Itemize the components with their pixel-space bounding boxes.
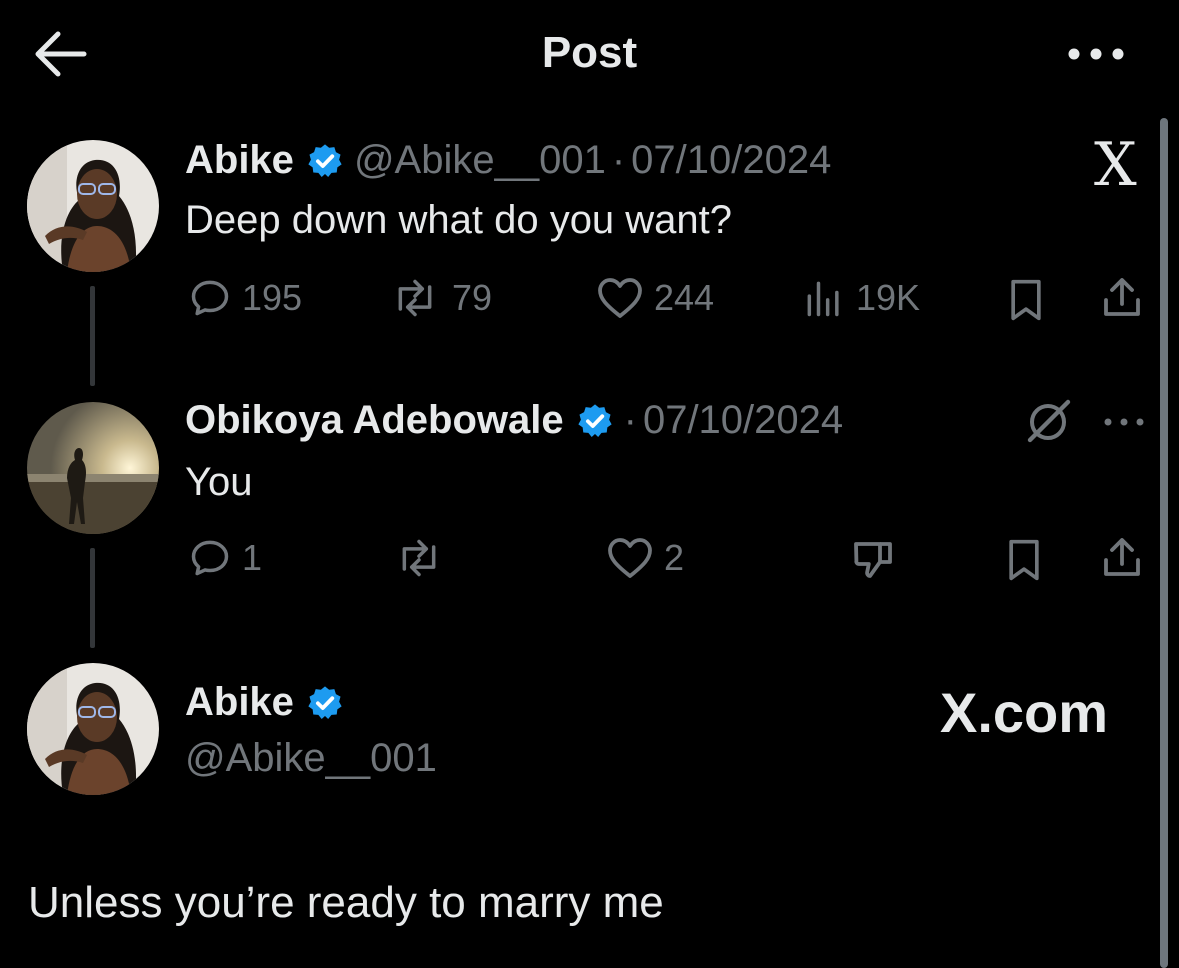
bookmark-button[interactable] <box>1004 276 1048 324</box>
view-count: 19K <box>856 277 921 318</box>
reply-date[interactable]: 07/10/2024 <box>643 398 843 443</box>
verified-badge-icon <box>578 403 612 437</box>
avatar-photo <box>27 140 159 272</box>
post-header: Abike @Abike__001 · 07/10/2024 <box>185 138 831 183</box>
author-handle[interactable]: @Abike__001 <box>185 736 437 781</box>
repost-count: 79 <box>452 277 493 318</box>
repost-button[interactable]: 79 <box>388 276 492 320</box>
bookmark-button[interactable] <box>1002 536 1046 584</box>
heart-icon <box>598 278 642 318</box>
reply-button[interactable]: 195 <box>188 276 302 320</box>
reply-text: You <box>185 460 253 504</box>
share-button[interactable] <box>1098 274 1146 322</box>
grok-button[interactable] <box>1024 398 1074 444</box>
repost-icon <box>398 279 432 317</box>
page-title: Post <box>541 28 638 77</box>
reply-count: 195 <box>242 277 303 318</box>
meta-separator: · <box>623 398 637 442</box>
bookmark-icon <box>1011 279 1041 321</box>
avatar[interactable] <box>27 402 159 534</box>
thumbs-down-icon <box>854 542 892 578</box>
grok-icon <box>1027 399 1071 443</box>
share-icon <box>1104 538 1140 576</box>
repost-button[interactable] <box>392 536 446 580</box>
analytics-icon <box>807 281 839 317</box>
author-handle[interactable]: @Abike__001 <box>354 138 606 183</box>
share-icon <box>1104 278 1140 316</box>
reply-icon <box>191 540 229 576</box>
avatar[interactable] <box>27 140 159 272</box>
reply-icon <box>191 280 229 316</box>
thread-line <box>90 548 95 648</box>
author-name[interactable]: Obikoya Adebowale <box>185 398 564 443</box>
repost-icon <box>402 539 436 577</box>
reply-count: 1 <box>242 537 263 578</box>
post2-text: Unless you’re ready to marry me <box>28 878 664 927</box>
author-name[interactable]: Abike <box>185 680 294 725</box>
like-button[interactable]: 2 <box>606 536 684 580</box>
share-button[interactable] <box>1098 534 1146 582</box>
reply-button[interactable]: 1 <box>188 536 262 580</box>
thread-line <box>90 286 95 386</box>
avatar[interactable] <box>27 663 159 795</box>
downvote-button[interactable] <box>850 536 898 584</box>
verified-badge-icon <box>308 143 342 177</box>
post-text: Deep down what do you want? <box>185 198 733 242</box>
more-options-button[interactable] <box>1060 36 1132 72</box>
meta-separator: · <box>611 138 626 182</box>
avatar-photo <box>27 663 159 795</box>
author-name[interactable]: Abike <box>185 138 294 183</box>
scrollbar[interactable] <box>1160 118 1168 968</box>
x-logo-icon: X <box>1094 130 1137 200</box>
like-button[interactable]: 244 <box>596 276 714 320</box>
x-com-brand: X.com <box>940 681 1109 744</box>
reply-more-button[interactable] <box>1100 410 1148 434</box>
reply-header: Obikoya Adebowale · 07/10/2024 <box>185 398 843 443</box>
views-button[interactable]: 19K <box>802 276 920 320</box>
like-count: 2 <box>664 537 685 578</box>
bookmark-icon <box>1009 539 1039 581</box>
ellipsis-icon <box>1104 418 1144 426</box>
heart-icon <box>608 538 652 578</box>
post2-header: Abike <box>185 680 354 725</box>
post-date[interactable]: 07/10/2024 <box>631 138 831 183</box>
verified-badge-icon <box>308 685 342 719</box>
avatar-photo <box>27 402 159 534</box>
ellipsis-icon <box>1068 48 1124 60</box>
like-count: 244 <box>654 277 715 318</box>
